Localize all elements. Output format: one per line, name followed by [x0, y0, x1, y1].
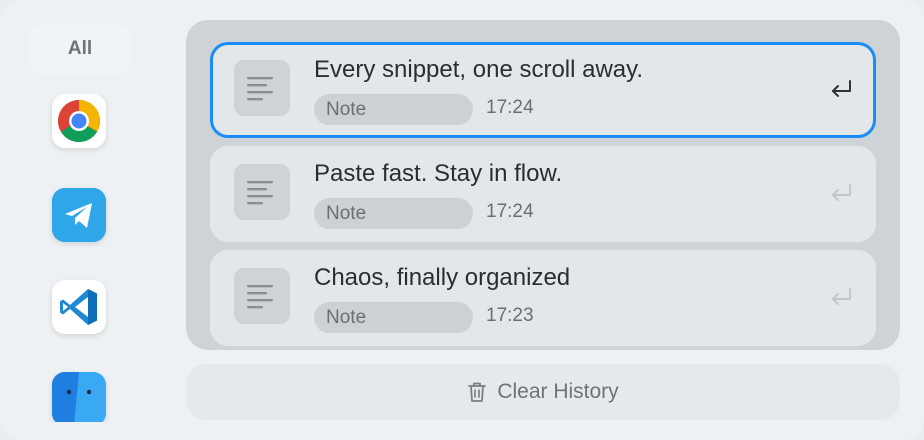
app-filter-finder[interactable]: [52, 372, 106, 422]
clipboard-window: All Every snippet, one scroll away. Note…: [0, 0, 924, 440]
clip-item[interactable]: Chaos, finally organized Note 17:23: [210, 250, 876, 346]
telegram-icon: [52, 188, 106, 242]
chrome-icon: [57, 99, 101, 143]
clear-history-label: Clear History: [497, 380, 619, 403]
return-key-icon[interactable]: [828, 182, 854, 204]
trash-icon: [468, 382, 487, 402]
clip-type-badge: Note: [314, 198, 473, 229]
vscode-icon: [60, 289, 97, 325]
note-icon: [234, 164, 290, 220]
app-filter-telegram[interactable]: [52, 188, 106, 242]
clip-timestamp: 17:24: [486, 97, 534, 118]
clip-item[interactable]: Every snippet, one scroll away. Note 17:…: [210, 42, 876, 138]
finder-icon: [52, 372, 106, 422]
filter-all-button[interactable]: All: [28, 24, 132, 74]
clip-type-badge: Note: [314, 94, 473, 125]
clip-item[interactable]: Paste fast. Stay in flow. Note 17:24: [210, 146, 876, 242]
return-key-icon[interactable]: [828, 78, 854, 100]
clip-title: Every snippet, one scroll away.: [314, 56, 644, 83]
clip-timestamp: 17:24: [486, 201, 534, 222]
return-key-icon[interactable]: [828, 286, 854, 308]
app-filter-sidebar: All: [20, 18, 160, 422]
clip-timestamp: 17:23: [486, 305, 534, 326]
clip-title: Paste fast. Stay in flow.: [314, 160, 563, 187]
clear-history-button[interactable]: Clear History: [186, 364, 900, 420]
app-filter-chrome[interactable]: [52, 94, 106, 148]
note-icon: [234, 268, 290, 324]
note-icon: [234, 60, 290, 116]
app-filter-vscode[interactable]: [52, 280, 106, 334]
clip-title: Chaos, finally organized: [314, 264, 571, 291]
clip-list-panel: Every snippet, one scroll away. Note 17:…: [186, 20, 900, 350]
clip-type-badge: Note: [314, 302, 473, 333]
